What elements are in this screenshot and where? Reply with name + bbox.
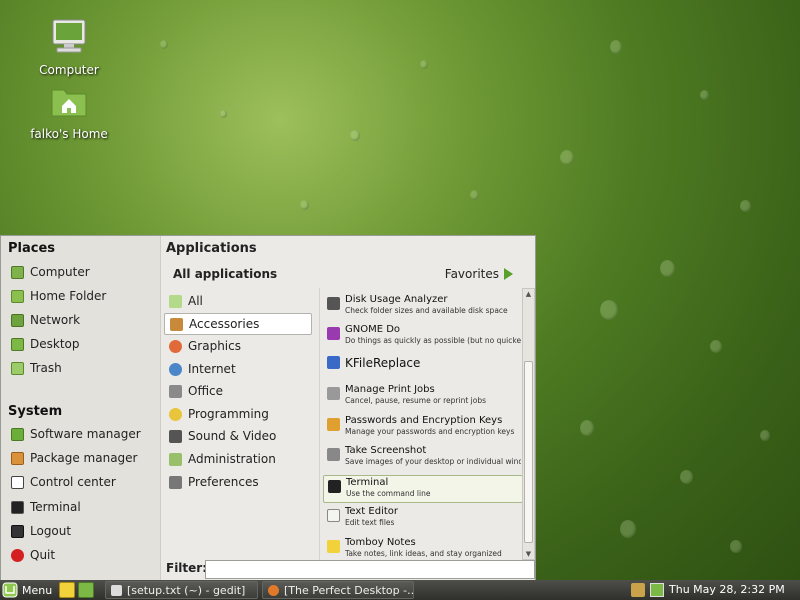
app-passwords-encryption-keys[interactable]: Passwords and Encryption Keys Manage your… (323, 414, 523, 442)
app-gnome-do[interactable]: GNOME Do Do things as quickly as possible… (323, 323, 523, 351)
system-item-software-manager[interactable]: Software manager (11, 424, 141, 444)
all-apps-icon (169, 294, 182, 308)
application-list: Disk Usage Analyzer Check folder sizes an… (319, 288, 523, 560)
kfilereplace-icon (327, 356, 340, 369)
system-item-quit[interactable]: Quit (11, 545, 55, 565)
screenshot-icon (327, 448, 340, 461)
computer-icon (52, 19, 86, 53)
places-item-desktop[interactable]: Desktop (11, 334, 80, 354)
office-icon (169, 384, 182, 398)
app-kfilereplace[interactable]: KFileReplace (323, 352, 523, 380)
app-manage-print-jobs[interactable]: Manage Print Jobs Cancel, pause, resume o… (323, 383, 523, 411)
accessories-icon (170, 317, 183, 331)
app-take-screenshot[interactable]: Take Screenshot Save images of your deskt… (323, 444, 523, 472)
package-icon (11, 451, 24, 465)
control-center-icon (11, 475, 24, 489)
places-item-network[interactable]: Network (11, 310, 80, 330)
app-text-editor[interactable]: Text Editor Edit text files (323, 505, 523, 533)
desktop-icon-label: Computer (39, 63, 99, 77)
system-item-terminal[interactable]: Terminal (11, 497, 81, 517)
task-gedit[interactable]: [setup.txt (~) - gedit] (105, 581, 258, 599)
desktop-folder-icon (11, 337, 24, 351)
trash-icon (11, 361, 24, 375)
globe-icon (169, 362, 182, 376)
key-icon (327, 418, 340, 431)
terminal-icon (11, 500, 24, 514)
all-applications-label: All applications (173, 267, 278, 281)
notes-launcher-icon[interactable] (59, 582, 75, 598)
preferences-icon (169, 475, 182, 489)
home-folder-icon (51, 89, 87, 117)
app-disk-usage-analyzer[interactable]: Disk Usage Analyzer Check folder sizes an… (323, 293, 523, 321)
firefox-icon (268, 584, 279, 596)
category-graphics[interactable]: Graphics (164, 335, 312, 357)
desktop-icon-computer[interactable]: Computer (29, 16, 109, 77)
filter-label: Filter: (166, 561, 208, 575)
category-accessories[interactable]: Accessories (164, 313, 312, 335)
clock[interactable]: Thu May 28, 2:32 PM (669, 583, 785, 596)
system-item-logout[interactable]: Logout (11, 521, 71, 541)
category-administration[interactable]: Administration (164, 448, 312, 470)
terminal-icon (328, 480, 341, 493)
arrow-right-icon (504, 268, 513, 280)
printer-icon (327, 387, 340, 400)
scroll-up-icon[interactable]: ▲ (524, 289, 533, 299)
scrollbar-thumb[interactable] (524, 361, 533, 543)
menu-left-column: Places Computer Home Folder Network Desk… (1, 236, 161, 580)
text-editor-icon (111, 584, 122, 596)
category-internet[interactable]: Internet (164, 358, 312, 380)
graphics-icon (169, 339, 182, 353)
places-heading: Places (8, 241, 56, 256)
network-icon (11, 313, 24, 327)
favorites-button[interactable]: Favorites (445, 267, 513, 281)
applications-heading: Applications (166, 241, 257, 256)
filter-input[interactable] (205, 560, 535, 579)
notes-icon (327, 540, 340, 553)
programming-icon (169, 407, 182, 421)
places-item-computer[interactable]: Computer (11, 262, 90, 282)
desktop-icon-label: falko's Home (30, 127, 108, 141)
gnome-do-icon (327, 327, 340, 340)
app-terminal[interactable]: Terminal Use the command line (323, 475, 523, 503)
places-item-home-folder[interactable]: Home Folder (11, 286, 106, 306)
desktop-icon-home[interactable]: falko's Home (29, 80, 109, 141)
network-icon[interactable] (650, 583, 664, 597)
sound-video-icon (169, 429, 182, 443)
system-item-control-center[interactable]: Control center (11, 472, 116, 492)
task-browser[interactable]: [The Perfect Desktop -... (262, 581, 414, 599)
lock-icon[interactable] (631, 583, 645, 597)
text-editor-icon (327, 509, 340, 522)
category-sound-video[interactable]: Sound & Video (164, 425, 312, 447)
menu-button[interactable]: Menu (2, 581, 52, 599)
category-programming[interactable]: Programming (164, 403, 312, 425)
software-manager-icon (11, 427, 24, 441)
show-desktop-icon[interactable] (78, 582, 94, 598)
logout-icon (11, 524, 24, 538)
administration-icon (169, 452, 182, 466)
category-preferences[interactable]: Preferences (164, 471, 312, 493)
category-office[interactable]: Office (164, 380, 312, 402)
folder-icon (11, 289, 24, 303)
category-all[interactable]: All (164, 290, 312, 312)
power-icon (11, 548, 24, 562)
system-heading: System (8, 404, 63, 419)
computer-icon (11, 265, 24, 279)
places-item-trash[interactable]: Trash (11, 358, 62, 378)
mint-logo-icon (2, 582, 18, 598)
scroll-down-icon[interactable]: ▼ (524, 549, 533, 559)
taskbar: Menu [setup.txt (~) - gedit] [The Perfec… (0, 580, 800, 600)
app-list-scrollbar[interactable]: ▲ ▼ (522, 288, 535, 560)
system-item-package-manager[interactable]: Package manager (11, 448, 138, 468)
disk-usage-icon (327, 297, 340, 310)
start-menu: Places Computer Home Folder Network Desk… (0, 235, 536, 580)
